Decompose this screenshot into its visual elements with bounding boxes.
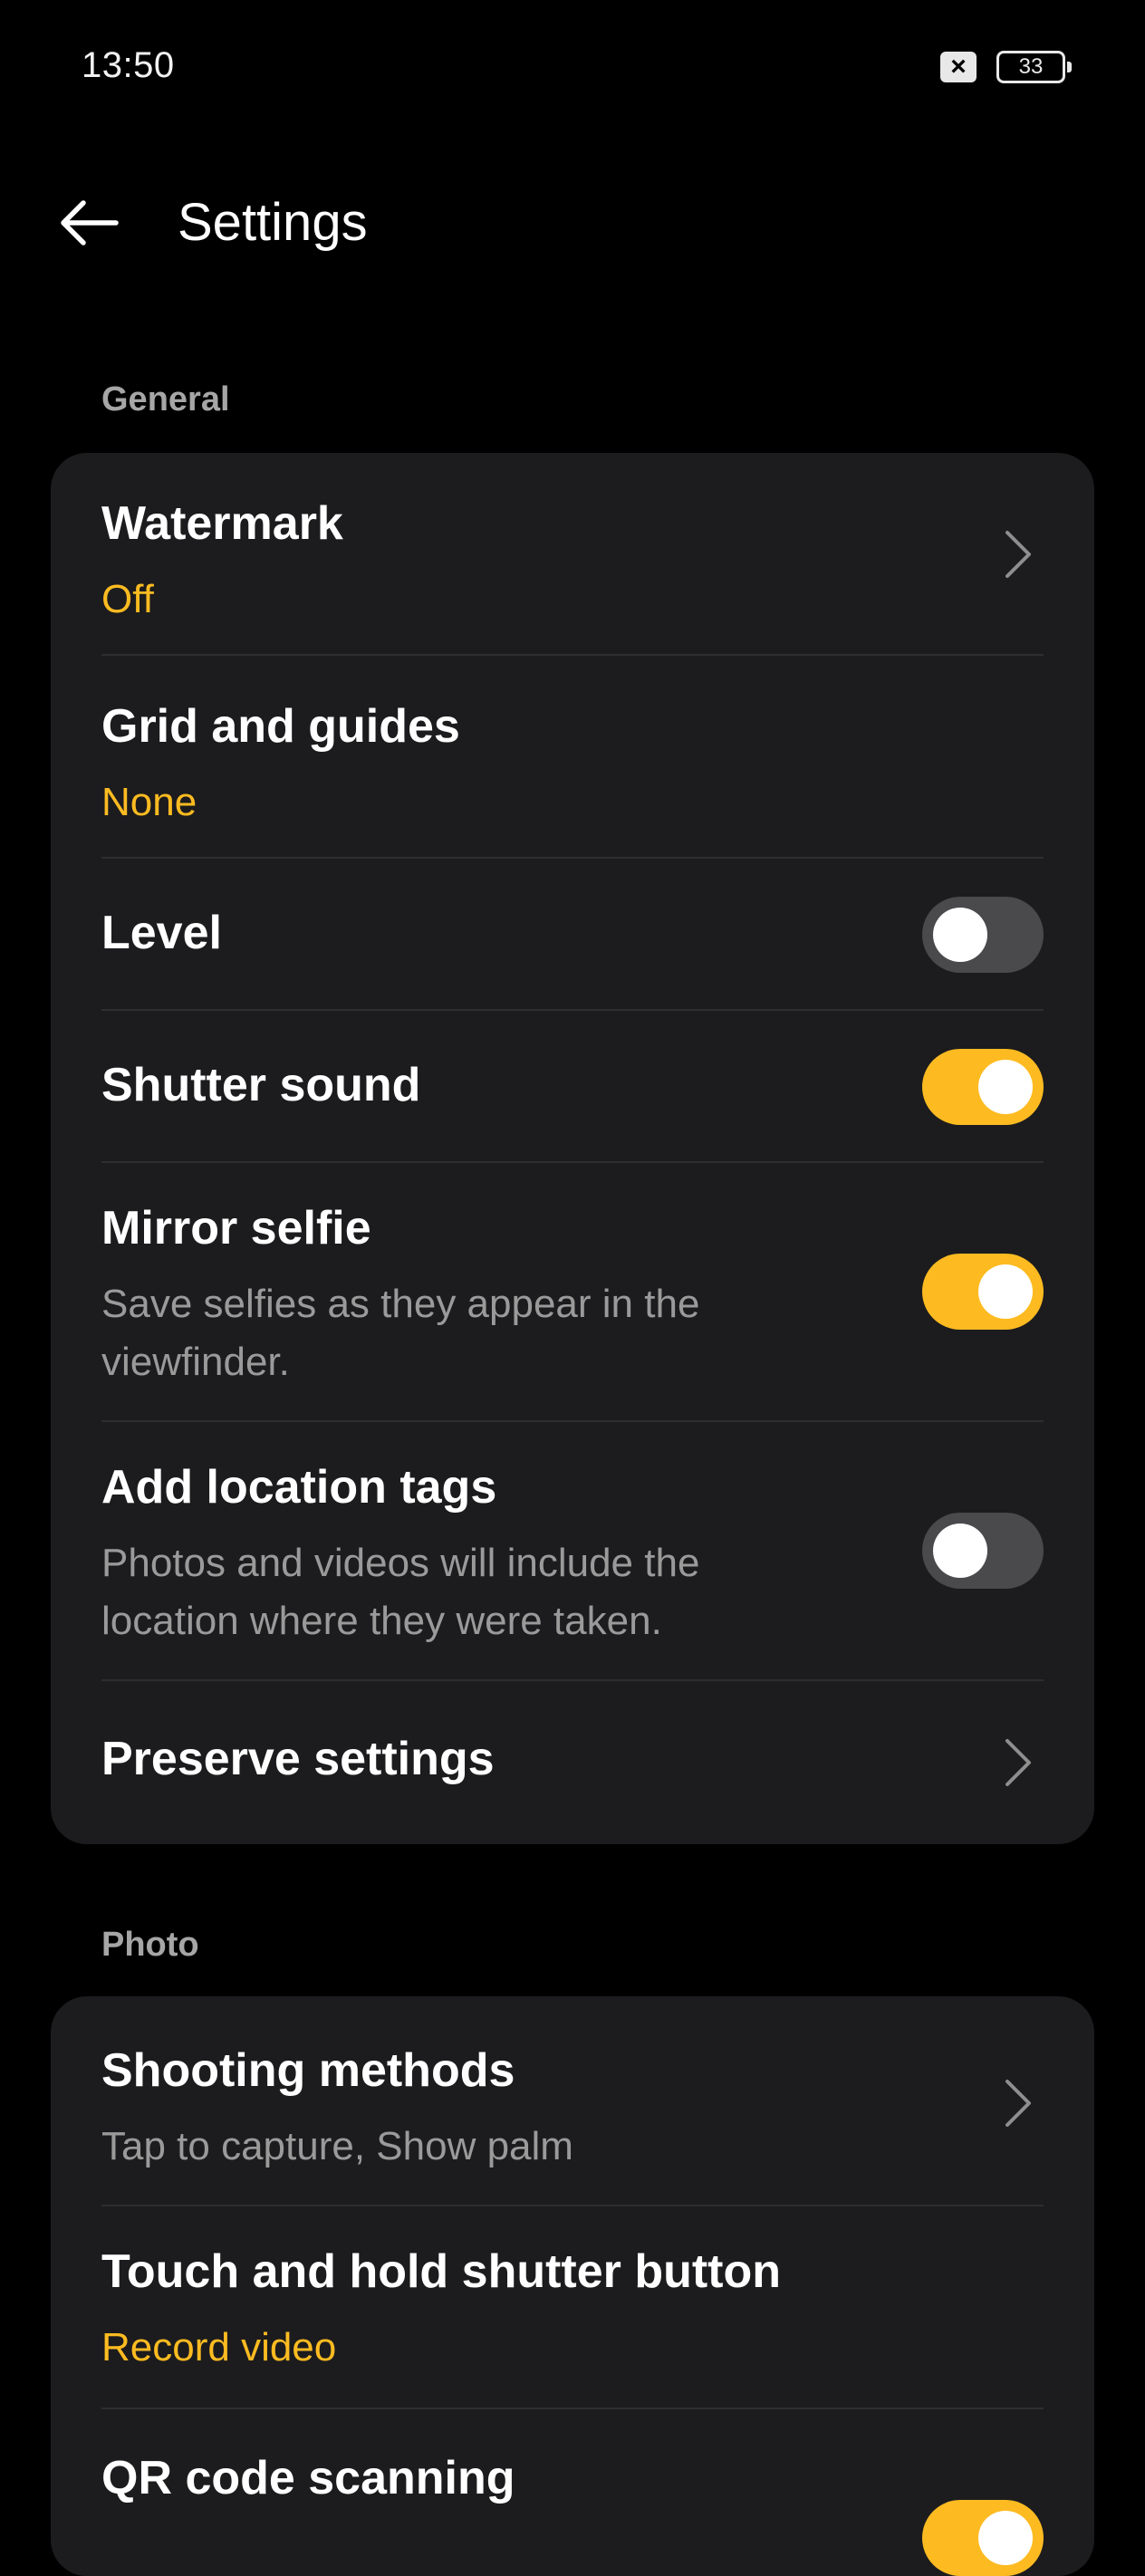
grid-guides-title: Grid and guides	[101, 700, 460, 753]
toggle-knob	[978, 1264, 1033, 1319]
location-tags-row: Add location tags Photos and videos will…	[101, 1422, 1044, 1681]
back-arrow-icon	[61, 200, 119, 245]
grid-guides-value: None	[101, 780, 197, 824]
location-tags-toggle[interactable]	[922, 1513, 1044, 1589]
location-tags-desc-line1: Photos and videos will include the	[101, 1541, 700, 1585]
qr-scanning-toggle[interactable]	[922, 2500, 1044, 2576]
mirror-selfie-desc-line2: viewfinder.	[101, 1340, 290, 1384]
level-toggle[interactable]	[922, 897, 1044, 973]
shooting-methods-value: Tap to capture, Show palm	[101, 2124, 573, 2168]
shutter-sound-title: Shutter sound	[101, 1059, 421, 1111]
level-title: Level	[101, 907, 222, 959]
status-bar: 13:50 × 33	[0, 0, 1145, 136]
mirror-selfie-toggle[interactable]	[922, 1254, 1044, 1330]
grid-guides-row[interactable]: Grid and guides None	[101, 656, 1044, 859]
location-tags-desc-line2: location where they were taken.	[101, 1599, 662, 1643]
sim-absent-icon: ×	[940, 52, 977, 82]
shutter-sound-row: Shutter sound	[101, 1011, 1044, 1163]
status-icons: × 33	[940, 51, 1072, 83]
preserve-settings-title: Preserve settings	[101, 1733, 495, 1785]
shooting-methods-title: Shooting methods	[101, 2044, 515, 2097]
touch-hold-shutter-row[interactable]: Touch and hold shutter button Record vid…	[101, 2206, 1044, 2409]
page-title: Settings	[178, 193, 368, 252]
battery-level: 33	[1018, 54, 1044, 79]
toggle-knob	[933, 1523, 987, 1578]
mirror-selfie-desc-line1: Save selfies as they appear in the	[101, 1282, 700, 1326]
touch-hold-shutter-value: Record video	[101, 2325, 337, 2369]
battery-icon: 33	[996, 51, 1072, 83]
back-button[interactable]	[53, 187, 125, 259]
level-row: Level	[101, 859, 1044, 1011]
watermark-title: Watermark	[101, 497, 343, 550]
section-header-photo: Photo	[101, 1926, 199, 1964]
mirror-selfie-row: Mirror selfie Save selfies as they appea…	[101, 1163, 1044, 1422]
chevron-right-icon	[1005, 531, 1031, 578]
qr-scanning-row: QR code scanning	[101, 2409, 1044, 2576]
shooting-methods-row[interactable]: Shooting methods Tap to capture, Show pa…	[101, 1996, 1044, 2206]
watermark-row[interactable]: Watermark Off	[101, 453, 1044, 656]
toggle-knob	[933, 908, 987, 962]
location-tags-title: Add location tags	[101, 1461, 497, 1514]
chevron-right-icon	[1005, 1739, 1031, 1786]
photo-settings-card: Shooting methods Tap to capture, Show pa…	[51, 1996, 1094, 2576]
mirror-selfie-title: Mirror selfie	[101, 1202, 371, 1254]
qr-scanning-title: QR code scanning	[101, 2452, 515, 2504]
touch-hold-shutter-title: Touch and hold shutter button	[101, 2245, 782, 2298]
preserve-settings-row[interactable]: Preserve settings	[101, 1681, 1044, 1844]
chevron-right-icon	[1005, 2080, 1031, 2127]
toggle-knob	[978, 2511, 1033, 2565]
general-settings-card: Watermark Off Grid and guides None Level…	[51, 453, 1094, 1844]
section-header-general: General	[101, 380, 230, 418]
watermark-value: Off	[101, 577, 154, 621]
status-time: 13:50	[82, 45, 175, 85]
toggle-knob	[978, 1060, 1033, 1114]
app-bar: Settings	[0, 172, 1145, 272]
shutter-sound-toggle[interactable]	[922, 1049, 1044, 1125]
